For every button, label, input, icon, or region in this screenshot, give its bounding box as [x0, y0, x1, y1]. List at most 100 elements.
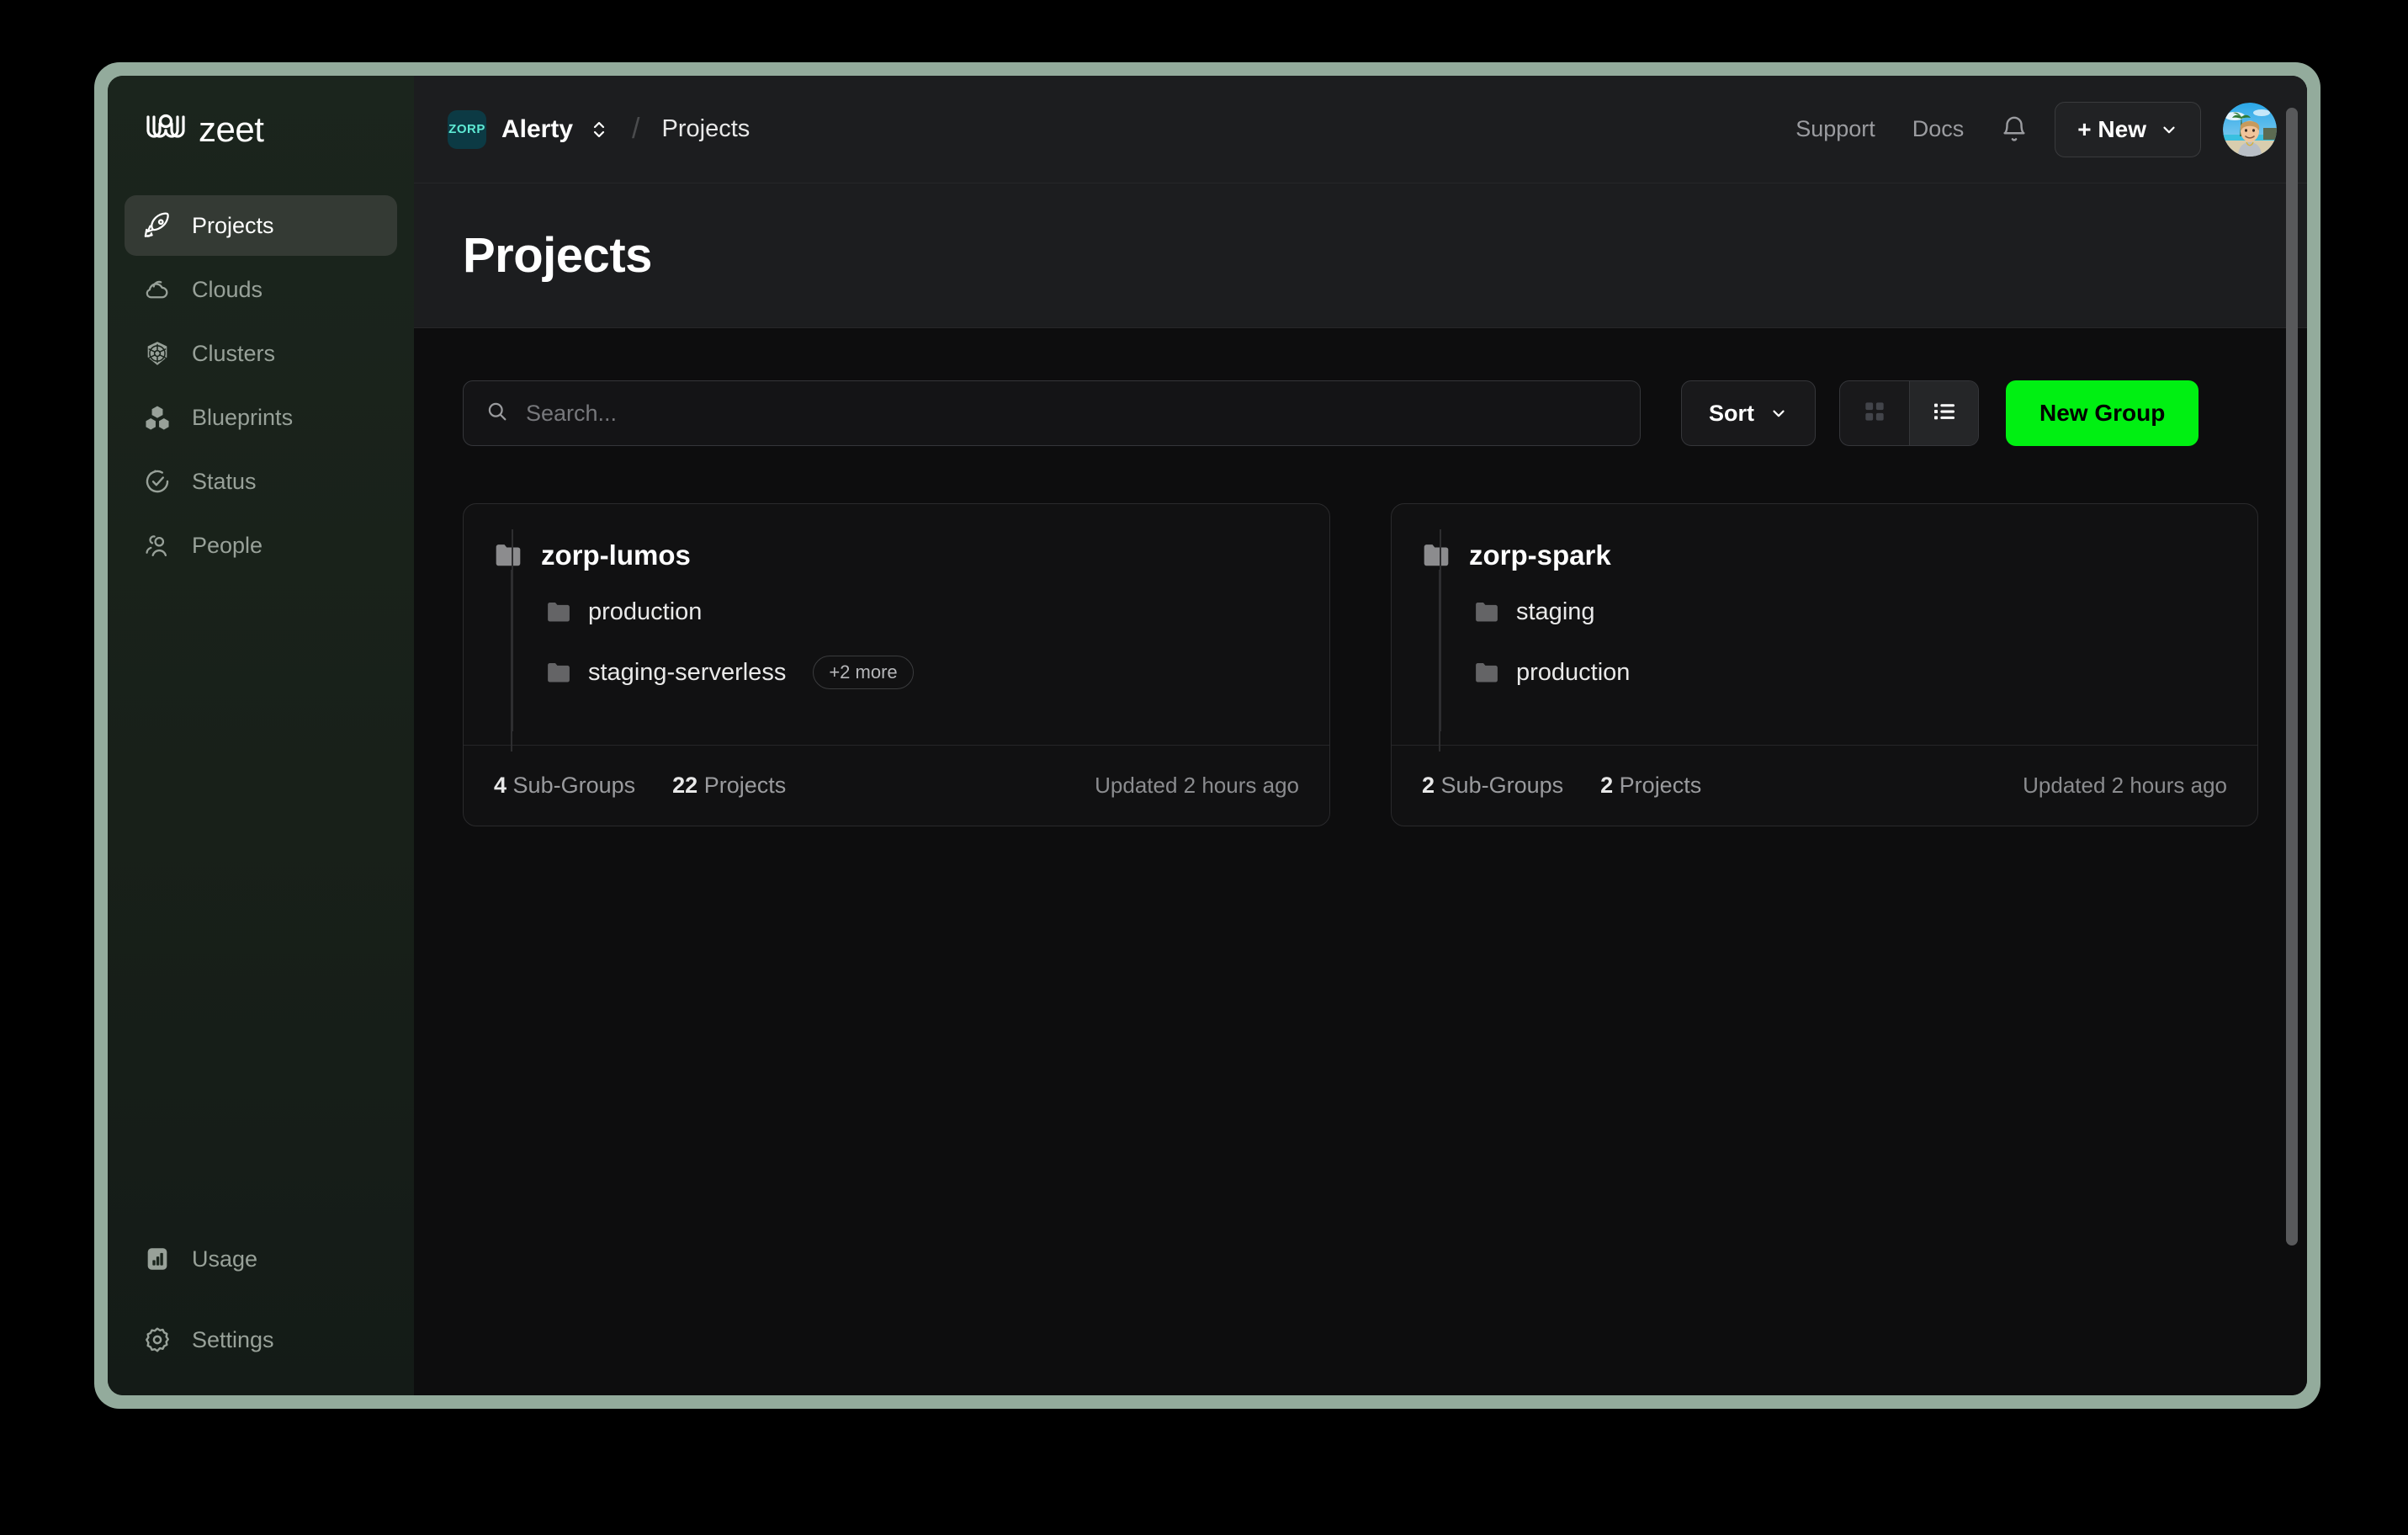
group-name: zorp-spark: [1469, 539, 1611, 571]
group-name: zorp-lumos: [541, 539, 691, 571]
search-input[interactable]: [526, 400, 1618, 427]
new-button[interactable]: + New: [2055, 101, 2201, 157]
content-area: Sort: [414, 328, 2307, 1395]
app-logo[interactable]: zeet: [125, 76, 397, 183]
breadcrumb-current: Projects: [661, 115, 751, 142]
sidebar-item-blueprints[interactable]: Blueprints: [125, 387, 397, 448]
app-window: zeet Projects Clouds Clusters Blueprints…: [108, 76, 2307, 1395]
sidebar-item-label: Clouds: [192, 276, 263, 302]
folder-icon: [1476, 602, 1498, 622]
cloud-icon: [143, 275, 172, 304]
folder-icon: [548, 662, 570, 683]
folder-icon: [496, 544, 521, 566]
cubes-icon: [143, 403, 172, 432]
subgroup-row[interactable]: production: [1439, 630, 2227, 752]
projects-stat: 2 Projects: [1600, 773, 1701, 799]
sort-button-label: Sort: [1709, 400, 1754, 426]
docs-link[interactable]: Docs: [1894, 116, 1983, 142]
org-name: Alerty: [501, 114, 574, 143]
sidebar-item-label: Settings: [192, 1326, 274, 1352]
sub-groups-label: Sub-Groups: [1440, 773, 1564, 798]
sidebar-item-people[interactable]: People: [125, 515, 397, 576]
sidebar-item-usage[interactable]: Usage: [125, 1229, 397, 1289]
group-tree: zorp-lumos production staging-serverless…: [494, 529, 1299, 752]
vertical-scrollbar[interactable]: [2283, 108, 2300, 1370]
bar-chart-icon: [143, 1245, 172, 1273]
chevron-updown-icon[interactable]: [588, 117, 610, 142]
subgroup-name: production: [1516, 658, 1631, 686]
sidebar-item-label: Projects: [192, 212, 274, 238]
group-root-row[interactable]: zorp-spark: [1422, 529, 2227, 582]
sidebar-item-label: Status: [192, 468, 257, 494]
tree-connector: [1439, 630, 1440, 752]
scrollbar-thumb[interactable]: [2286, 108, 2298, 1246]
group-card-body: zorp-lumos production staging-serverless…: [464, 504, 1329, 752]
view-mode-toggle: [1839, 380, 1979, 446]
tree-connector: [511, 630, 512, 752]
bell-icon[interactable]: [1991, 106, 2038, 153]
sub-groups-count: 2: [1422, 773, 1435, 798]
group-card[interactable]: zorp-lumos production staging-serverless…: [463, 503, 1330, 826]
sub-groups-stat: 4 Sub-Groups: [494, 773, 635, 799]
kubernetes-icon: [143, 339, 172, 368]
org-switcher[interactable]: ZORP Alerty: [448, 109, 610, 149]
sidebar-item-settings[interactable]: Settings: [125, 1309, 397, 1370]
subgroup-name: staging: [1516, 598, 1595, 625]
projects-count: 2: [1600, 773, 1614, 798]
page-header: Projects: [414, 183, 2307, 328]
top-bar: ZORP Alerty / Projects Support Docs + Ne…: [414, 76, 2307, 183]
updated-timestamp: Updated 2 hours ago: [1095, 773, 1299, 798]
more-badge[interactable]: +2 more: [813, 656, 914, 689]
projects-label: Projects: [1619, 773, 1702, 798]
projects-label: Projects: [703, 773, 787, 798]
sidebar-bottom-nav: Usage Settings: [125, 1229, 397, 1395]
folder-icon: [1476, 662, 1498, 683]
sidebar-item-label: Blueprints: [192, 404, 294, 430]
list-view-button[interactable]: [1909, 381, 1978, 445]
sidebar-item-label: People: [192, 532, 263, 558]
rocket-icon: [143, 211, 172, 240]
org-badge: ZORP: [448, 109, 486, 149]
zeet-logo-icon: [143, 110, 188, 150]
sub-groups-count: 4: [494, 773, 507, 798]
group-card-body: zorp-spark staging production: [1392, 504, 2257, 752]
grid-view-button[interactable]: [1840, 381, 1909, 445]
group-card-footer: 2 Sub-Groups 2 Projects Updated 2 hours …: [1392, 745, 2257, 826]
group-card-list: zorp-lumos production staging-serverless…: [463, 503, 2258, 826]
subgroup-name: production: [588, 598, 703, 625]
app-window-frame: zeet Projects Clouds Clusters Blueprints…: [94, 62, 2320, 1409]
subgroup-row[interactable]: staging-serverless +2 more: [511, 630, 1299, 752]
subgroup-row[interactable]: staging: [1439, 570, 2227, 691]
gear-icon: [143, 1325, 172, 1354]
subgroup-name: staging-serverless: [588, 658, 787, 686]
sidebar-item-label: Clusters: [192, 340, 276, 366]
chevron-down-icon: [1773, 410, 1785, 417]
projects-count: 22: [672, 773, 698, 798]
search-field[interactable]: [463, 380, 1641, 446]
sidebar: zeet Projects Clouds Clusters Blueprints…: [108, 76, 414, 1395]
list-view-icon: [1931, 398, 1958, 429]
sidebar-item-status[interactable]: Status: [125, 451, 397, 512]
sidebar-item-projects[interactable]: Projects: [125, 195, 397, 256]
grid-view-icon: [1861, 398, 1888, 429]
group-root-row[interactable]: zorp-lumos: [494, 529, 1299, 582]
search-icon: [485, 400, 509, 428]
sub-groups-label: Sub-Groups: [512, 773, 636, 798]
toolbar: Sort: [463, 380, 2258, 446]
check-circle-icon: [143, 467, 172, 496]
avatar[interactable]: [2223, 102, 2277, 157]
new-button-label: + New: [2077, 115, 2146, 142]
main-area: ZORP Alerty / Projects Support Docs + Ne…: [414, 76, 2307, 1395]
top-bar-actions: Support Docs + New: [1777, 101, 2277, 157]
sidebar-item-clouds[interactable]: Clouds: [125, 259, 397, 320]
folder-icon: [548, 602, 570, 622]
group-tree: zorp-spark staging production: [1422, 529, 2227, 752]
support-link[interactable]: Support: [1777, 116, 1894, 142]
sidebar-item-clusters[interactable]: Clusters: [125, 323, 397, 384]
new-group-button[interactable]: New Group: [2006, 380, 2199, 446]
group-card[interactable]: zorp-spark staging production 2 Sub-Grou…: [1391, 503, 2258, 826]
people-icon: [143, 531, 172, 560]
folder-icon: [1424, 544, 1449, 566]
sort-button[interactable]: Sort: [1681, 380, 1816, 446]
subgroup-row[interactable]: production: [511, 570, 1299, 691]
